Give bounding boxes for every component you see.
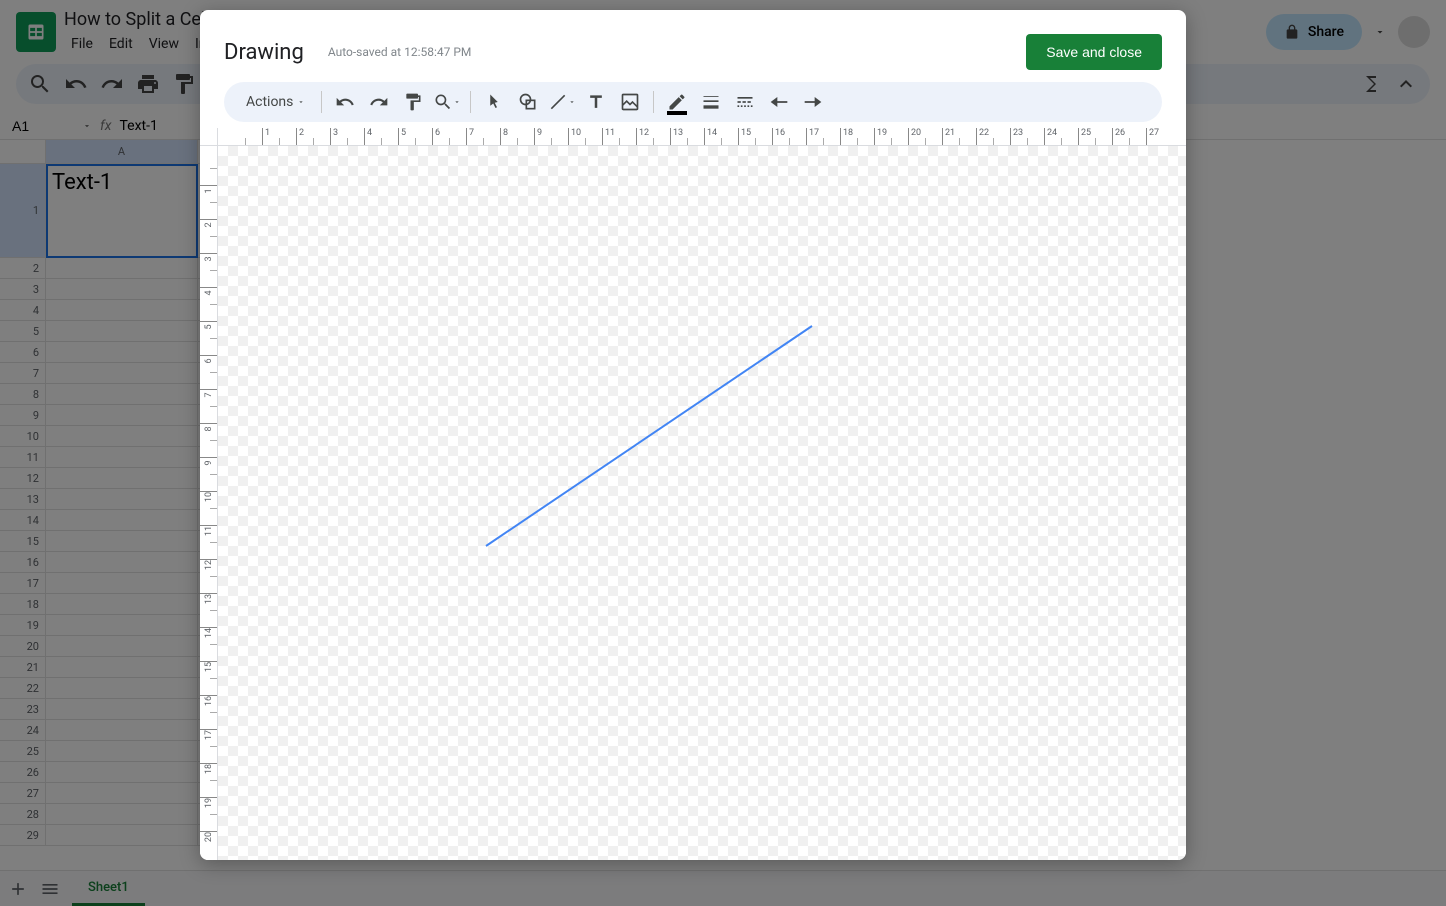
drawing-toolbar: Actions — [224, 82, 1162, 122]
dialog-title: Drawing — [224, 40, 304, 65]
drawing-canvas[interactable] — [218, 146, 1186, 860]
textbox-tool[interactable] — [581, 87, 611, 117]
dropdown-icon — [297, 98, 305, 106]
line-dash-button[interactable] — [730, 87, 760, 117]
save-and-close-button[interactable]: Save and close — [1026, 34, 1162, 70]
line-end-button[interactable] — [798, 87, 828, 117]
line-tool[interactable] — [547, 87, 577, 117]
actions-menu[interactable]: Actions — [238, 88, 313, 116]
autosave-status: Auto-saved at 12:58:47 PM — [328, 45, 1026, 59]
select-tool[interactable] — [479, 87, 509, 117]
ruler-corner — [200, 128, 218, 146]
line-color-button[interactable] — [662, 87, 692, 117]
zoom-button[interactable] — [432, 87, 462, 117]
undo-button[interactable] — [330, 87, 360, 117]
redo-button[interactable] — [364, 87, 394, 117]
paint-format-button[interactable] — [398, 87, 428, 117]
dropdown-icon — [568, 98, 576, 106]
horizontal-ruler[interactable]: 1234567891011121314151617181920212223242… — [218, 128, 1186, 146]
shape-tool[interactable] — [513, 87, 543, 117]
image-tool[interactable] — [615, 87, 645, 117]
drawn-line-shape[interactable] — [218, 146, 1186, 860]
drawing-dialog: Drawing Auto-saved at 12:58:47 PM Save a… — [200, 10, 1186, 860]
vertical-ruler[interactable]: 1234567891011121314151617181920 — [200, 146, 218, 860]
line-weight-button[interactable] — [696, 87, 726, 117]
line-start-button[interactable] — [764, 87, 794, 117]
dropdown-icon — [453, 98, 461, 106]
